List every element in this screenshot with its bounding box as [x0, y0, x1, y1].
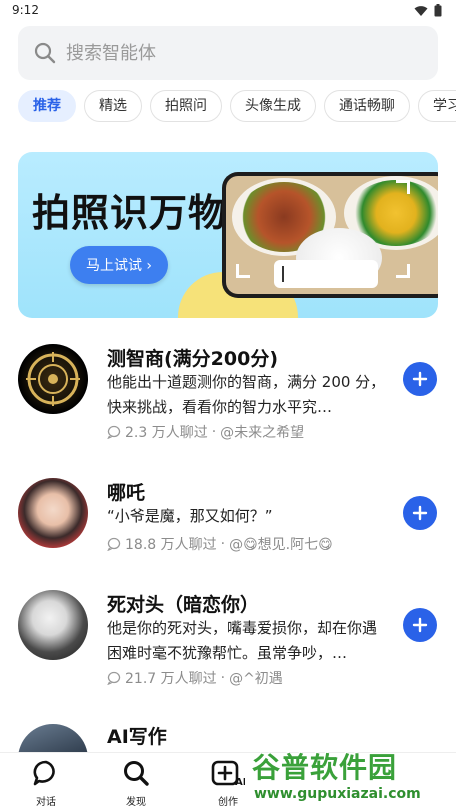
- avatar: [18, 590, 88, 660]
- avatar: [18, 478, 88, 548]
- search-bar[interactable]: [18, 26, 438, 80]
- plus-icon: [412, 371, 428, 387]
- watermark-url: www.gupuxiazai.com: [254, 786, 421, 802]
- agent-meta: 2.3 万人聊过 · @未来之希望: [107, 422, 304, 442]
- status-time: 9:12: [12, 3, 39, 17]
- agent-chat-count: 18.8 万人聊过: [125, 537, 217, 553]
- agent-author: @^初遇: [229, 671, 283, 687]
- food-photo: [226, 176, 438, 294]
- tab-featured[interactable]: 精选: [84, 90, 142, 122]
- agent-name: 测智商(满分200分): [107, 348, 279, 370]
- agent-chat-count: 21.7 万人聊过: [125, 671, 217, 687]
- add-agent-button[interactable]: [403, 608, 437, 642]
- agent-name: AI写作: [107, 726, 167, 748]
- agent-meta: 18.8 万人聊过 · @😋想见.阿七😋: [107, 534, 333, 554]
- chat-bubble-icon: [107, 425, 121, 439]
- scan-input-box: [274, 260, 378, 288]
- agent-item-rival[interactable]: 死对头（暗恋你） 他是你的死对头，嘴毒爱损你，却在你遇困难时毫不犹豫帮忙。虽常争…: [0, 584, 456, 694]
- agent-name: 哪吒: [107, 482, 146, 504]
- plus-icon: [412, 617, 428, 633]
- agent-author: @未来之希望: [220, 425, 305, 441]
- watermark-text: 谷普软件园: [252, 751, 398, 784]
- agent-desc: “小爷是魔，那又如何？”: [107, 507, 273, 525]
- phone-illustration: [222, 172, 438, 298]
- nav-chat[interactable]: 对话: [16, 759, 76, 808]
- search-icon: [34, 42, 56, 64]
- agent-chat-count: 2.3 万人聊过: [125, 425, 208, 441]
- try-now-button[interactable]: 马上试试 ›: [70, 246, 168, 284]
- nav-discover[interactable]: 发现: [106, 759, 166, 808]
- plus-icon: [412, 505, 428, 521]
- add-agent-button[interactable]: [403, 496, 437, 530]
- watermark: 谷普软件园 www.gupuxiazai.com: [246, 742, 456, 811]
- search-icon: [124, 761, 149, 786]
- chat-bubble-icon: [107, 671, 121, 685]
- tab-photo-ask[interactable]: 拍照问: [150, 90, 222, 122]
- tab-recommend[interactable]: 推荐: [18, 90, 76, 122]
- nav-chat-label: 对话: [36, 797, 56, 808]
- agent-desc: 他是你的死对头，嘴毒爱损你，却在你遇困难时毫不犹豫帮忙。虽常争吵，…: [107, 619, 378, 662]
- tab-avatar-gen[interactable]: 头像生成: [230, 90, 316, 122]
- status-bar: 9:12: [0, 0, 456, 22]
- chat-bubble-icon: [107, 537, 121, 551]
- promo-banner[interactable]: 拍照识万物 马上试试 ›: [18, 152, 438, 318]
- agent-meta: 21.7 万人聊过 · @^初遇: [107, 668, 283, 688]
- svg-text:AI: AI: [235, 777, 245, 787]
- bagua-emblem-icon: [26, 352, 80, 406]
- create-ai-icon: AI: [211, 760, 246, 788]
- search-input[interactable]: [66, 42, 396, 64]
- tab-voice-chat[interactable]: 通话畅聊: [324, 90, 410, 122]
- agent-desc: 他能出十道题测你的智商，满分 200 分，快来挑战，看看你的智力水平究…: [107, 373, 386, 416]
- battery-icon: [434, 4, 442, 17]
- agent-name: 死对头（暗恋你）: [107, 594, 260, 616]
- wifi-icon: [414, 5, 428, 16]
- agent-item-iq-test[interactable]: 测智商(满分200分) 他能出十道题测你的智商，满分 200 分，快来挑战，看看…: [0, 338, 456, 448]
- nav-discover-label: 发现: [126, 797, 146, 808]
- agent-item-nezha[interactable]: 哪吒 “小爷是魔，那又如何？” 18.8 万人聊过 · @😋想见.阿七😋: [0, 472, 456, 582]
- tab-study[interactable]: 学习: [418, 90, 456, 122]
- avatar: [18, 344, 88, 414]
- add-agent-button[interactable]: [403, 362, 437, 396]
- avatar: [18, 724, 88, 752]
- agent-author: @😋想见.阿七😋: [229, 537, 333, 553]
- chat-icon: [33, 760, 55, 786]
- banner-title: 拍照识万物: [32, 191, 228, 235]
- category-tabs: 推荐 精选 拍照问 头像生成 通话畅聊 学习: [18, 90, 456, 124]
